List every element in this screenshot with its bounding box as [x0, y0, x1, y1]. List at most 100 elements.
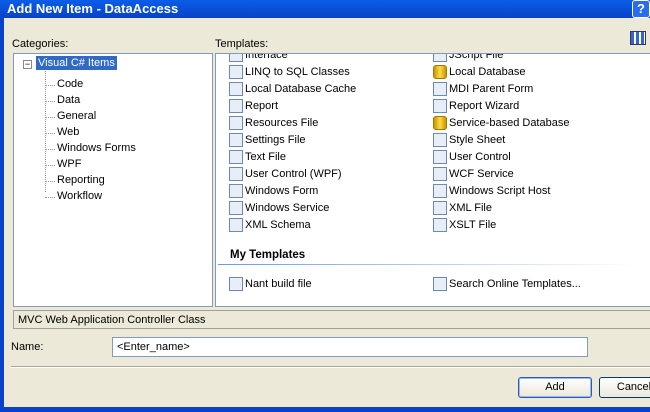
item-label: Local Database Cache: [245, 83, 357, 95]
file-icon: [229, 82, 243, 96]
tree-item-general[interactable]: General: [57, 110, 96, 122]
template-jscript-file[interactable]: JScript File: [433, 53, 504, 63]
file-icon: [433, 82, 447, 96]
item-label: Local Database: [449, 66, 526, 78]
tree-line: [45, 165, 55, 166]
item-label: Windows Form: [245, 185, 319, 197]
file-icon: [433, 54, 447, 62]
template-settings-file[interactable]: Settings File: [229, 132, 306, 148]
template-service-based-database[interactable]: Service-based Database: [433, 115, 569, 131]
template-local-database-cache[interactable]: Local Database Cache: [229, 81, 356, 97]
tree-line: [45, 133, 55, 134]
tree-line: [45, 117, 55, 118]
tree-line: [45, 181, 55, 182]
file-icon: [229, 133, 243, 147]
item-label: Nant build file: [245, 278, 312, 290]
file-icon: [229, 167, 243, 181]
database-icon: [433, 65, 447, 79]
file-icon: [229, 201, 243, 215]
item-label: XML Schema: [245, 219, 311, 231]
file-icon: [433, 184, 447, 198]
divider: [11, 366, 650, 368]
window-border: [0, 18, 4, 412]
tree-item-workflow[interactable]: Workflow: [57, 190, 102, 202]
file-icon: [229, 99, 243, 113]
item-label: Search Online Templates...: [449, 278, 581, 290]
template-icon: [433, 277, 447, 291]
item-label: XML File: [449, 202, 492, 214]
item-label: JScript File: [449, 53, 504, 61]
template-style-sheet[interactable]: Style Sheet: [433, 132, 505, 148]
template-report-wizard[interactable]: Report Wizard: [433, 98, 519, 114]
template-user-control-wpf-[interactable]: User Control (WPF): [229, 166, 342, 182]
templates-list[interactable]: My Templates Nant build file Search Onli…: [215, 53, 650, 307]
item-label: Interface: [245, 53, 288, 61]
item-label: Text File: [245, 151, 286, 163]
template-xslt-file[interactable]: XSLT File: [433, 217, 496, 233]
template-text-file[interactable]: Text File: [229, 149, 286, 165]
template-windows-form[interactable]: Windows Form: [229, 183, 318, 199]
file-icon: [433, 150, 447, 164]
my-templates-heading: My Templates: [230, 249, 306, 261]
template-windows-service[interactable]: Windows Service: [229, 200, 329, 216]
template-user-control[interactable]: User Control: [433, 149, 511, 165]
item-label: Report: [245, 100, 279, 112]
cancel-button[interactable]: Cancel: [599, 377, 650, 398]
tree-item-web[interactable]: Web: [57, 126, 79, 138]
tree-item-windows-forms[interactable]: Windows Forms: [57, 142, 136, 154]
description-bar: MVC Web Application Controller Class: [13, 310, 650, 329]
file-icon: [433, 218, 447, 232]
template-mdi-parent-form[interactable]: MDI Parent Form: [433, 81, 533, 97]
template-windows-script-host[interactable]: Windows Script Host: [433, 183, 550, 199]
tree-item-visual-csharp[interactable]: Visual C# Items: [36, 56, 117, 70]
item-label: User Control (WPF): [245, 168, 342, 180]
item-label: Service-based Database: [449, 117, 570, 129]
file-icon: [433, 133, 447, 147]
template-resources-file[interactable]: Resources File: [229, 115, 318, 131]
tree-line: [45, 197, 55, 198]
tree-line: [45, 149, 55, 150]
tree-item-data[interactable]: Data: [57, 94, 80, 106]
add-button[interactable]: Add: [518, 377, 592, 398]
tree-item-reporting[interactable]: Reporting: [57, 174, 105, 186]
name-label: Name:: [11, 341, 44, 353]
template-local-database[interactable]: Local Database: [433, 64, 525, 80]
title-bar: Add New Item - DataAccess: [0, 0, 650, 18]
file-icon: [229, 150, 243, 164]
categories-tree[interactable]: − Visual C# Items Code Data General Web Wind…: [13, 53, 213, 307]
name-input[interactable]: [112, 337, 588, 357]
tree-item-wpf[interactable]: WPF: [57, 158, 81, 170]
file-icon: [229, 65, 243, 79]
database-icon: [433, 116, 447, 130]
file-icon: [229, 184, 243, 198]
file-icon: [433, 201, 447, 215]
template-report[interactable]: Report: [229, 98, 278, 114]
item-label: Report Wizard: [449, 100, 520, 112]
template-xml-schema[interactable]: XML Schema: [229, 217, 311, 233]
file-icon: [229, 54, 243, 62]
collapse-icon[interactable]: −: [23, 60, 32, 69]
tree-item-code[interactable]: Code: [57, 78, 83, 90]
template-linq-to-sql-classes[interactable]: LINQ to SQL Classes: [229, 64, 350, 80]
item-label: Windows Service: [245, 202, 330, 214]
template-xml-file[interactable]: XML File: [433, 200, 492, 216]
tree-line: [45, 101, 55, 102]
categories-label: Categories:: [12, 38, 69, 50]
large-icons-view-icon[interactable]: [630, 31, 646, 45]
help-button[interactable]: ?: [632, 0, 650, 18]
item-label: MDI Parent Form: [449, 83, 534, 95]
template-nant-build-file[interactable]: Nant build file: [229, 276, 312, 292]
template-wcf-service[interactable]: WCF Service: [433, 166, 514, 182]
window-border: [0, 407, 650, 412]
item-label: User Control: [449, 151, 511, 163]
template-search-online[interactable]: Search Online Templates...: [433, 276, 581, 292]
divider: [218, 264, 638, 265]
file-icon: [229, 218, 243, 232]
template-interface[interactable]: Interface: [229, 53, 288, 63]
item-label: LINQ to SQL Classes: [245, 66, 350, 78]
templates-label: Templates:: [215, 38, 269, 50]
item-label: XSLT File: [449, 219, 497, 231]
template-icon: [229, 277, 243, 291]
item-label: WCF Service: [449, 168, 514, 180]
file-icon: [433, 99, 447, 113]
